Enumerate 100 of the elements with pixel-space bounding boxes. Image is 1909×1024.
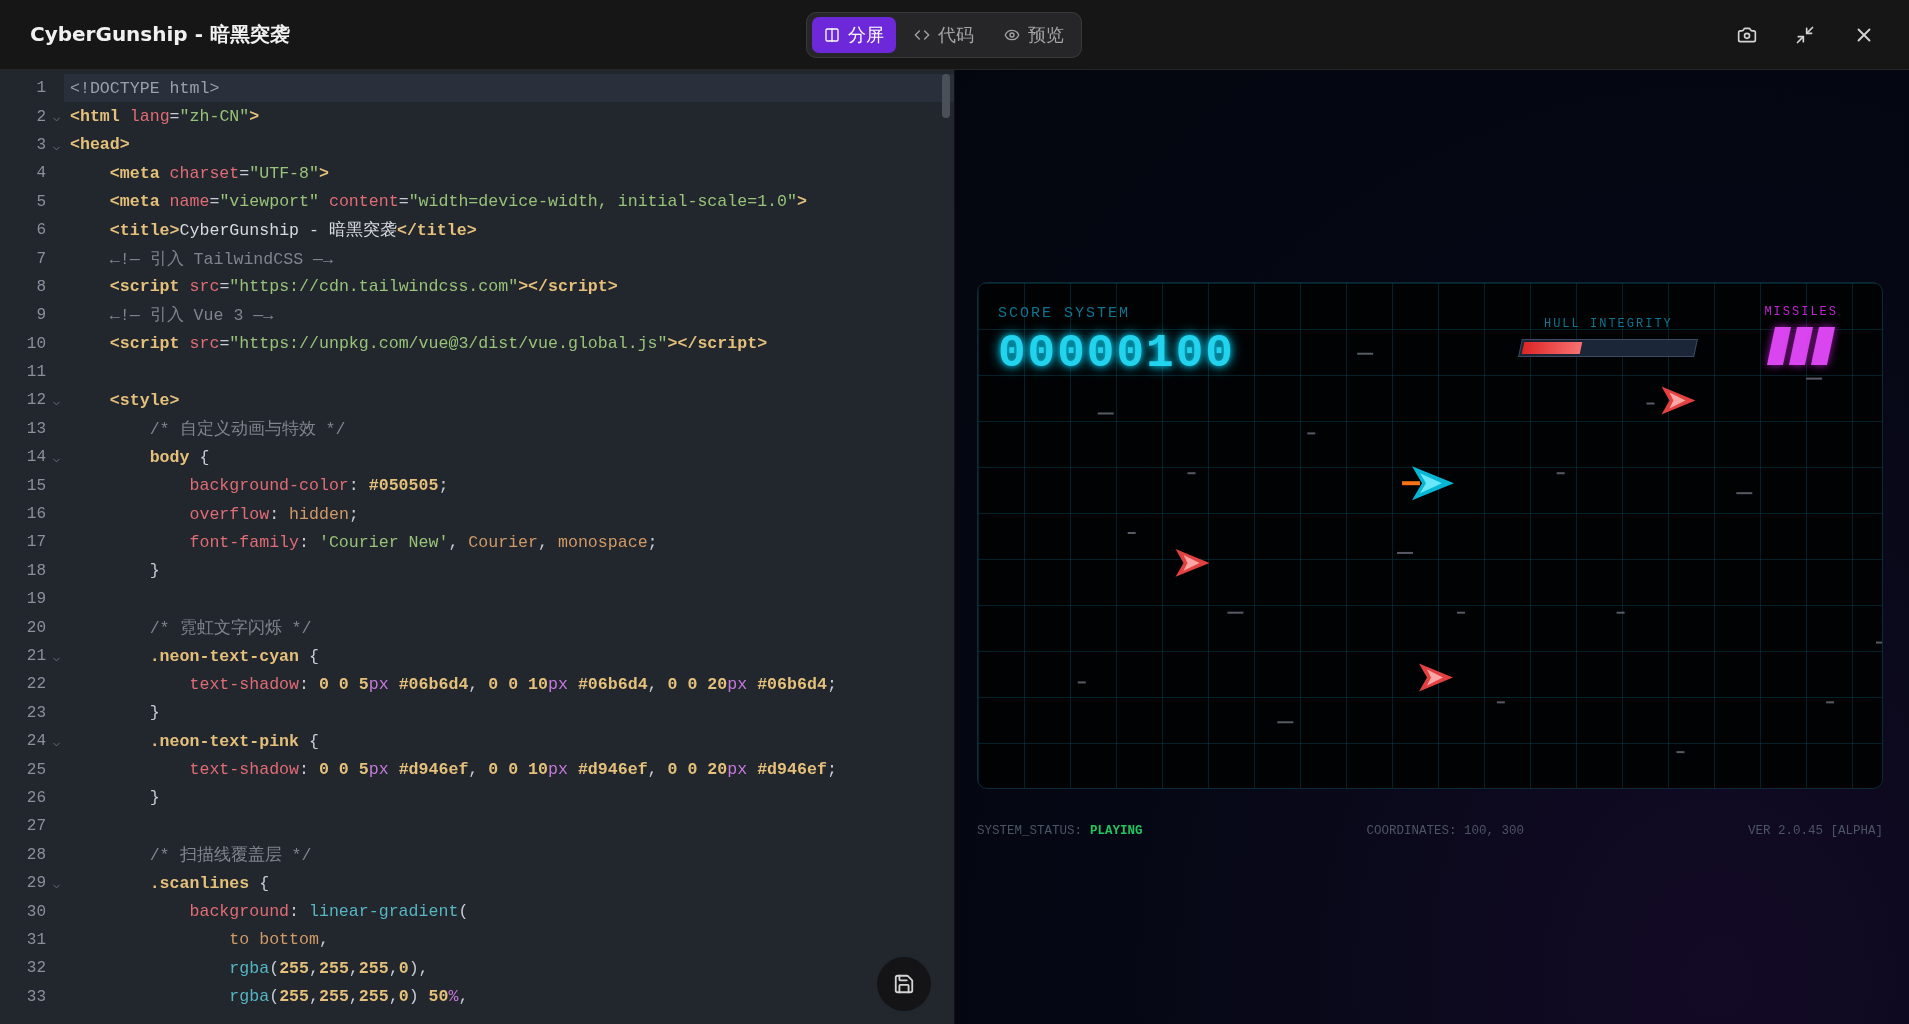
missiles-label: MISSILES — [1764, 305, 1838, 319]
line-number: 32 — [26, 959, 46, 978]
star-streak — [1496, 701, 1505, 704]
line-number: 10 — [26, 334, 46, 353]
line-number: 11 — [26, 363, 46, 382]
hull-label: HULL INTEGRITY — [1543, 317, 1673, 331]
status-label: SYSTEM_STATUS: — [977, 824, 1083, 838]
code-line: } — [148, 561, 160, 581]
eye-icon — [1004, 27, 1020, 43]
line-number: 15 — [26, 476, 46, 495]
code-line: } — [148, 788, 160, 808]
enemy-ship — [1419, 663, 1453, 692]
star-streak — [1077, 681, 1086, 684]
star-streak — [1357, 352, 1374, 355]
code-line: <!DOCTYPE html> — [69, 78, 220, 98]
line-number: 16 — [26, 505, 46, 524]
line-number: 3 — [36, 135, 46, 154]
line-number: 26 — [26, 788, 46, 807]
view-tab[interactable]: 分屏 — [812, 17, 896, 53]
star-streak — [1876, 641, 1882, 644]
code-line: .scanlines { — [148, 873, 270, 893]
coordinates-text: COORDINATES: 100, 300 — [1366, 824, 1524, 838]
window-title: CyberGunship - 暗黑突袭 — [30, 21, 290, 48]
line-number: 4 — [36, 164, 46, 183]
code-line: <html lang="zh-CN"> — [69, 107, 260, 127]
code-line: ←!— 引入 TailwindCSS —→ — [108, 248, 334, 270]
code-line: <style> — [108, 391, 180, 410]
line-number: 8 — [36, 277, 46, 296]
star-streak — [1397, 551, 1414, 554]
line-number: 33 — [26, 987, 46, 1006]
split-view-icon — [824, 27, 840, 43]
code-line: .neon-text-pink { — [148, 731, 319, 751]
code-line: <meta charset="UTF-8"> — [108, 163, 329, 183]
star-streak — [1456, 611, 1465, 614]
code-icon — [914, 27, 930, 43]
line-number: 5 — [36, 192, 46, 211]
code-line: <script src="https://cdn.tailwindcss.com"></script> — [108, 277, 618, 297]
status-value: PLAYING — [1090, 824, 1143, 838]
score-value: 00000100 — [998, 328, 1235, 380]
code-line: } — [148, 703, 160, 723]
line-number: 21 — [26, 647, 46, 665]
star-streak — [1307, 432, 1316, 435]
code-line: text-shadow: 0 0 5px #d946ef, 0 0 10px #d946ef, 0 0 20px #d946ef; — [188, 760, 837, 780]
code-line: <head> — [69, 135, 130, 155]
line-number: 27 — [26, 817, 46, 836]
line-number: 1 — [36, 79, 46, 98]
scrollbar[interactable] — [942, 74, 950, 118]
star-streak — [1227, 611, 1244, 614]
code-line: background: linear-gradient( — [188, 902, 469, 921]
line-number: 12 — [26, 391, 46, 410]
line-number: 30 — [26, 902, 46, 921]
line-number: 19 — [26, 590, 46, 609]
code-line: body { — [148, 447, 210, 467]
save-icon — [893, 973, 915, 995]
star-streak — [1277, 721, 1294, 724]
save-button[interactable] — [877, 957, 931, 1011]
view-tab[interactable]: 代码 — [902, 17, 986, 53]
code-line: <title>CyberGunship - 暗黑突袭</title> — [108, 220, 477, 242]
star-streak — [1616, 611, 1625, 614]
code-line: /* 霓虹文字闪烁 */ — [148, 617, 312, 639]
score-label: SCORE SYSTEM — [998, 305, 1132, 322]
line-number: 14 — [26, 448, 46, 467]
star-streak — [1676, 751, 1685, 754]
line-number: 13 — [26, 419, 46, 438]
line-number: 6 — [36, 221, 46, 240]
line-number: 23 — [26, 703, 46, 722]
star-streak — [1097, 412, 1114, 415]
star-streak — [1826, 701, 1835, 704]
code-line: text-shadow: 0 0 5px #06b6d4, 0 0 10px #06b6d4, 0 0 20px #06b6d4; — [188, 674, 837, 694]
code-line: <script src="https://unpkg.com/vue@3/dist/vue.global.js"></script> — [108, 334, 768, 354]
code-line: /* 自定义动画与特效 */ — [148, 418, 346, 440]
line-number: 7 — [36, 249, 46, 268]
line-number: 18 — [26, 561, 46, 580]
code-line: overflow: hidden; — [188, 504, 359, 524]
star-streak — [1556, 472, 1565, 475]
code-line: /* 扫描线覆盖层 */ — [148, 844, 312, 866]
code-line: .neon-text-cyan { — [148, 646, 319, 666]
code-line: rgba(255,255,255,0) 50%, — [228, 987, 469, 1007]
enemy-ship — [1175, 548, 1210, 577]
line-number: 31 — [26, 930, 46, 949]
line-number: 28 — [26, 845, 46, 864]
line-number: 29 — [26, 874, 46, 893]
line-number: 20 — [26, 618, 46, 637]
star-streak — [1806, 377, 1823, 380]
code-line: to bottom, — [228, 930, 329, 950]
code-line: font-family: 'Courier New', Courier, monospace; — [188, 532, 658, 552]
view-tab[interactable]: 预览 — [992, 17, 1076, 53]
star-streak — [1736, 492, 1753, 495]
player-ship — [1402, 466, 1454, 501]
code-line: <meta name="viewport" content="width=device-width, initial-scale=1.0"> — [108, 192, 807, 212]
line-number: 24 — [26, 732, 46, 751]
line-number: 25 — [26, 760, 46, 779]
star-streak — [1646, 402, 1655, 405]
star-streak — [1187, 472, 1196, 475]
code-line: background-color: #050505; — [188, 476, 449, 496]
line-number: 9 — [36, 306, 46, 325]
code-line: rgba(255,255,255,0), — [228, 958, 429, 978]
enemy-ship — [1661, 386, 1696, 415]
line-number: 22 — [26, 675, 46, 694]
line-number: 2 — [36, 107, 46, 126]
